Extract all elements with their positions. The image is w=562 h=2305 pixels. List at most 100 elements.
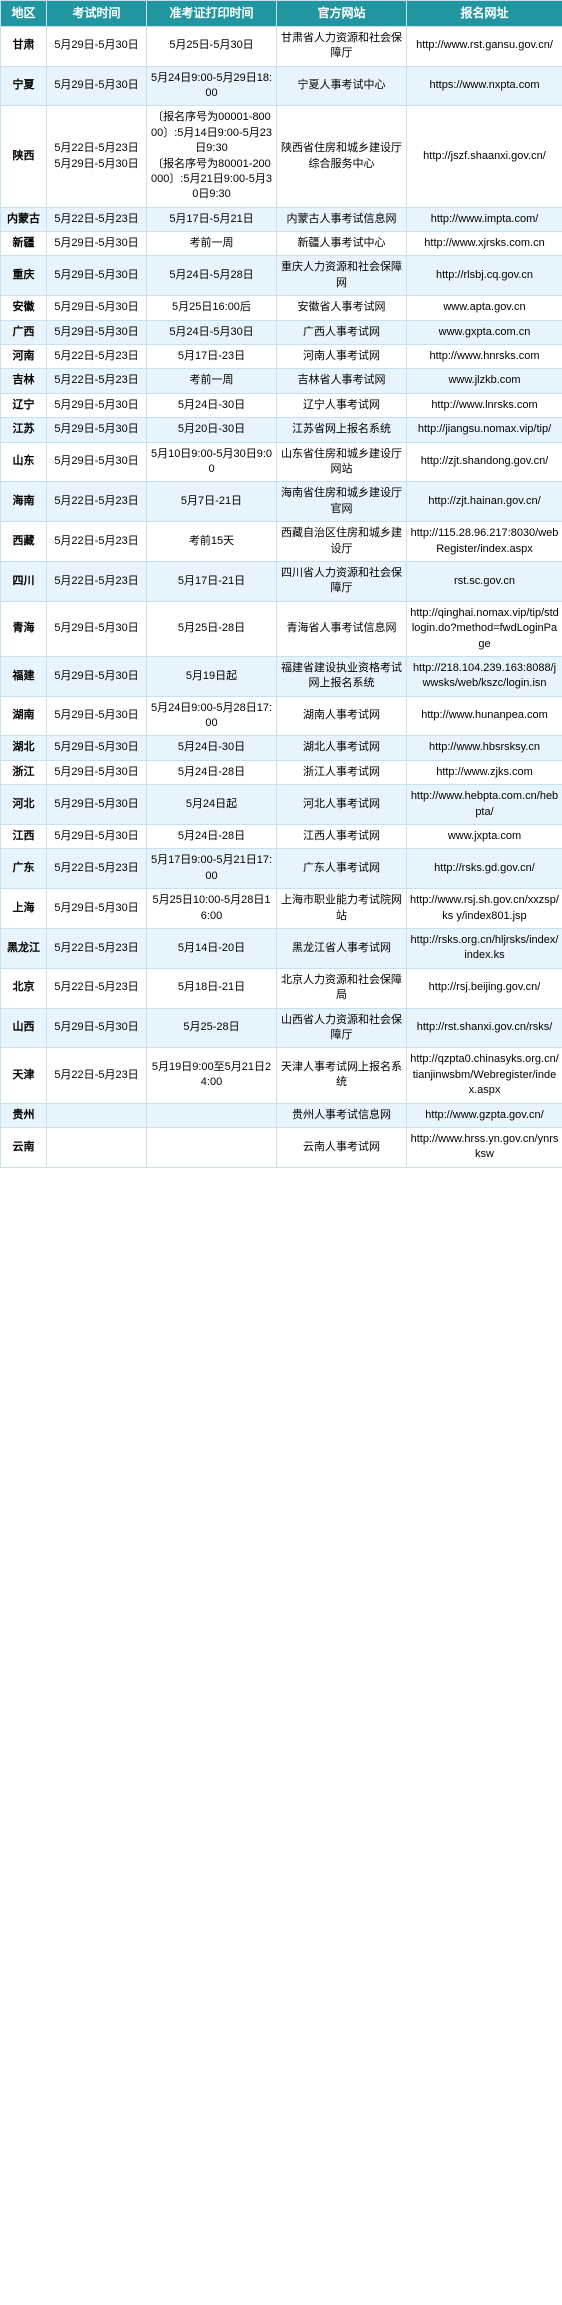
table-row: 天津5月22日-5月23日5月19日9:00至5月21日24:00天津人事考试网…	[1, 1048, 562, 1103]
register-url-cell: http://rsks.org.cn/hljrsks/index/index.k…	[407, 928, 562, 968]
admit-time-cell: 5月25日-28日	[147, 601, 277, 656]
region-cell: 海南	[1, 482, 47, 522]
admit-time-cell: 5月17日-21日	[147, 561, 277, 601]
register-url-cell: http://zjt.hainan.gov.cn/	[407, 482, 562, 522]
region-cell: 山西	[1, 1008, 47, 1048]
register-url-cell: http://www.zjks.com	[407, 760, 562, 784]
table-row: 西藏5月22日-5月23日考前15天西藏自治区住房和城乡建设厅http://11…	[1, 522, 562, 562]
register-url-cell: www.gxpta.com.cn	[407, 320, 562, 344]
admit-time-cell: 〔报名序号为00001-80000〕:5月14日9:00-5月23日9:30 〔…	[147, 106, 277, 207]
register-url-cell: http://www.hrss.yn.gov.cn/ynrsksw	[407, 1127, 562, 1167]
table-row: 浙江5月29日-5月30日5月24日-28日浙江人事考试网http://www.…	[1, 760, 562, 784]
table-row: 黑龙江5月22日-5月23日5月14日-20日黑龙江省人事考试网http://r…	[1, 928, 562, 968]
register-url-cell: http://rst.shanxi.gov.cn/rsks/	[407, 1008, 562, 1048]
table-row: 甘肃5月29日-5月30日5月25日-5月30日甘肃省人力资源和社会保障厅htt…	[1, 26, 562, 66]
admit-time-cell: 5月19日9:00至5月21日24:00	[147, 1048, 277, 1103]
register-url-cell: http://zjt.shandong.gov.cn/	[407, 442, 562, 482]
exam-time-cell: 5月29日-5月30日	[47, 442, 147, 482]
table-row: 广西5月29日-5月30日5月24日-5月30日广西人事考试网www.gxpta…	[1, 320, 562, 344]
admit-time-cell: 5月17日-23日	[147, 345, 277, 369]
official-site-cell: 西藏自治区住房和城乡建设厅	[277, 522, 407, 562]
header-admit-time: 准考证打印时间	[147, 1, 277, 27]
exam-time-cell: 5月29日-5月30日	[47, 393, 147, 417]
admit-time-cell: 5月24日-28日	[147, 760, 277, 784]
official-site-cell: 北京人力资源和社会保障局	[277, 968, 407, 1008]
register-url-cell: http://jiangsu.nomax.vip/tip/	[407, 418, 562, 442]
exam-time-cell: 5月22日-5月23日	[47, 345, 147, 369]
region-cell: 辽宁	[1, 393, 47, 417]
official-site-cell: 青海省人事考试信息网	[277, 601, 407, 656]
table-row: 新疆5月29日-5月30日考前一周新疆人事考试中心http://www.xjrs…	[1, 232, 562, 256]
exam-time-cell: 5月22日-5月23日	[47, 849, 147, 889]
region-cell: 贵州	[1, 1103, 47, 1127]
admit-time-cell: 5月20日-30日	[147, 418, 277, 442]
table-row: 上海5月29日-5月30日5月25日10:00-5月28日16:00上海市职业能…	[1, 889, 562, 929]
table-row: 陕西5月22日-5月23日 5月29日-5月30日〔报名序号为00001-800…	[1, 106, 562, 207]
admit-time-cell: 5月25-28日	[147, 1008, 277, 1048]
region-cell: 河北	[1, 785, 47, 825]
region-cell: 江苏	[1, 418, 47, 442]
table-row: 江苏5月29日-5月30日5月20日-30日江苏省网上报名系统http://ji…	[1, 418, 562, 442]
admit-time-cell: 5月24日9:00-5月28日17:00	[147, 696, 277, 736]
official-site-cell: 上海市职业能力考试院网站	[277, 889, 407, 929]
region-cell: 浙江	[1, 760, 47, 784]
official-site-cell: 浙江人事考试网	[277, 760, 407, 784]
region-cell: 黑龙江	[1, 928, 47, 968]
exam-time-cell: 5月22日-5月23日	[47, 1048, 147, 1103]
register-url-cell: http://jszf.shaanxi.gov.cn/	[407, 106, 562, 207]
official-site-cell: 江西人事考试网	[277, 825, 407, 849]
table-row: 福建5月29日-5月30日5月19日起福建省建设执业资格考试网上报名系统http…	[1, 656, 562, 696]
official-site-cell: 宁夏人事考试中心	[277, 66, 407, 106]
region-cell: 云南	[1, 1127, 47, 1167]
table-row: 河北5月29日-5月30日5月24日起河北人事考试网http://www.heb…	[1, 785, 562, 825]
region-cell: 江西	[1, 825, 47, 849]
table-row: 广东5月22日-5月23日5月17日9:00-5月21日17:00广东人事考试网…	[1, 849, 562, 889]
header-register-url: 报名网址	[407, 1, 562, 27]
exam-time-cell: 5月22日-5月23日 5月29日-5月30日	[47, 106, 147, 207]
register-url-cell: www.jlzkb.com	[407, 369, 562, 393]
exam-time-cell: 5月29日-5月30日	[47, 232, 147, 256]
table-row: 河南5月22日-5月23日5月17日-23日河南人事考试网http://www.…	[1, 345, 562, 369]
exam-time-cell: 5月29日-5月30日	[47, 26, 147, 66]
admit-time-cell: 5月24日-30日	[147, 736, 277, 760]
official-site-cell: 四川省人力资源和社会保障厅	[277, 561, 407, 601]
official-site-cell: 湖南人事考试网	[277, 696, 407, 736]
admit-time-cell	[147, 1103, 277, 1127]
register-url-cell: http://www.gzpta.gov.cn/	[407, 1103, 562, 1127]
admit-time-cell: 5月24日9:00-5月29日18:00	[147, 66, 277, 106]
table-row: 湖南5月29日-5月30日5月24日9:00-5月28日17:00湖南人事考试网…	[1, 696, 562, 736]
exam-time-cell: 5月22日-5月23日	[47, 522, 147, 562]
exam-time-cell: 5月29日-5月30日	[47, 418, 147, 442]
exam-time-cell: 5月29日-5月30日	[47, 785, 147, 825]
admit-time-cell: 5月24日-28日	[147, 825, 277, 849]
admit-time-cell	[147, 1127, 277, 1167]
official-site-cell: 安徽省人事考试网	[277, 296, 407, 320]
exam-time-cell: 5月22日-5月23日	[47, 207, 147, 231]
admit-time-cell: 考前一周	[147, 369, 277, 393]
register-url-cell: http://rsj.beijing.gov.cn/	[407, 968, 562, 1008]
region-cell: 吉林	[1, 369, 47, 393]
admit-time-cell: 5月17日9:00-5月21日17:00	[147, 849, 277, 889]
exam-time-cell: 5月29日-5月30日	[47, 1008, 147, 1048]
admit-time-cell: 5月24日-5月28日	[147, 256, 277, 296]
register-url-cell: http://qinghai.nomax.vip/tip/stdlogin.do…	[407, 601, 562, 656]
official-site-cell: 陕西省住房和城乡建设厅综合服务中心	[277, 106, 407, 207]
exam-time-cell: 5月29日-5月30日	[47, 825, 147, 849]
table-row: 重庆5月29日-5月30日5月24日-5月28日重庆人力资源和社会保障网http…	[1, 256, 562, 296]
register-url-cell: http://www.hnrsks.com	[407, 345, 562, 369]
official-site-cell: 广东人事考试网	[277, 849, 407, 889]
admit-time-cell: 5月18日-21日	[147, 968, 277, 1008]
official-site-cell: 重庆人力资源和社会保障网	[277, 256, 407, 296]
register-url-cell: rst.sc.gov.cn	[407, 561, 562, 601]
region-cell: 陕西	[1, 106, 47, 207]
region-cell: 湖南	[1, 696, 47, 736]
exam-time-cell: 5月29日-5月30日	[47, 296, 147, 320]
register-url-cell: http://www.lnrsks.com	[407, 393, 562, 417]
exam-time-cell: 5月29日-5月30日	[47, 736, 147, 760]
exam-time-cell: 5月22日-5月23日	[47, 968, 147, 1008]
register-url-cell: www.jxpta.com	[407, 825, 562, 849]
exam-time-cell: 5月22日-5月23日	[47, 928, 147, 968]
table-row: 安徽5月29日-5月30日5月25日16:00后安徽省人事考试网www.apta…	[1, 296, 562, 320]
region-cell: 新疆	[1, 232, 47, 256]
register-url-cell: http://115.28.96.217:8030/webRegister/in…	[407, 522, 562, 562]
